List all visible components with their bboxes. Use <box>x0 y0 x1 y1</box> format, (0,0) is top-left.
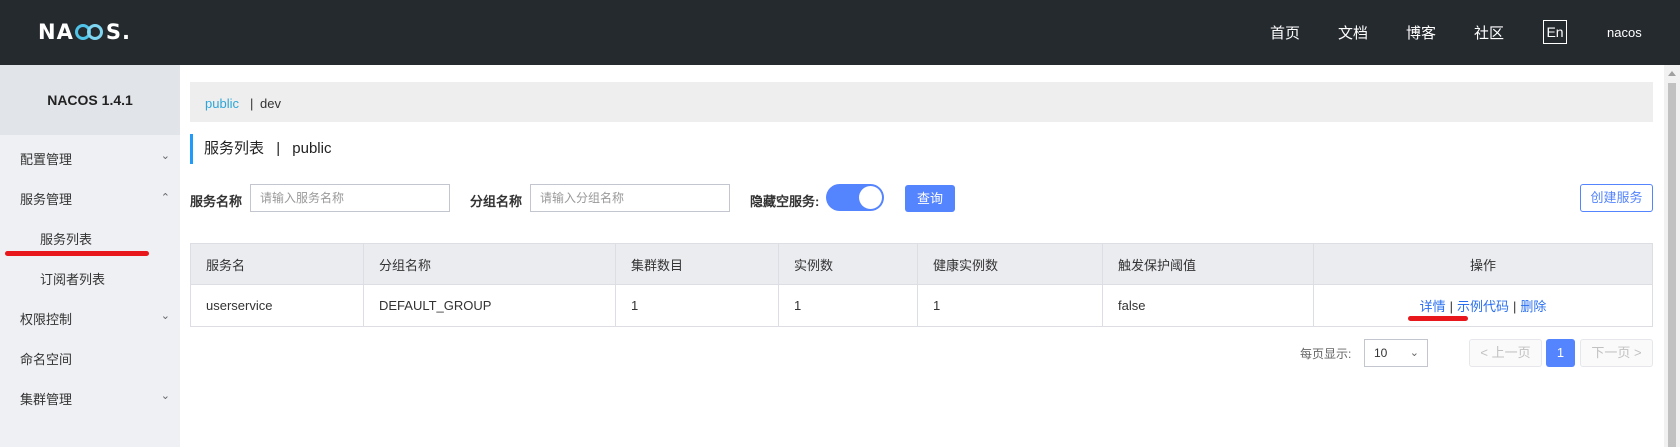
logo-text-left: NA <box>38 20 74 44</box>
namespace-public-link[interactable]: public <box>205 96 239 111</box>
prev-page-button[interactable]: < 上一页 <box>1469 339 1542 367</box>
logo-text-right: S. <box>105 20 131 44</box>
logo-rings-icon <box>74 24 105 40</box>
service-name-label: 服务名称 <box>190 194 243 209</box>
nav-community-link[interactable]: 社区 <box>1474 22 1504 43</box>
hide-empty-toggle[interactable] <box>826 184 884 211</box>
page-size-select[interactable]: 10 ⌄ <box>1364 339 1428 367</box>
service-table: 服务名 分组名称 集群数目 实例数 健康实例数 触发保护阈值 操作 userse… <box>190 243 1653 327</box>
query-button[interactable]: 查询 <box>905 185 955 212</box>
column-header-actions: 操作 <box>1313 243 1653 285</box>
cell-instance-count: 1 <box>778 284 918 327</box>
sidebar-item-label: 集群管理 <box>20 392 73 407</box>
cell-group-name: DEFAULT_GROUP <box>363 284 616 327</box>
column-header-cluster-count: 集群数目 <box>615 243 779 285</box>
sidebar-item-service-management[interactable]: 服务管理 ⌃ <box>20 189 170 208</box>
sidebar-item-label: 权限控制 <box>20 312 73 327</box>
sidebar-item-label: 配置管理 <box>20 152 73 167</box>
red-underline-annotation <box>5 251 149 256</box>
hide-empty-label: 隐藏空服务: <box>750 194 820 209</box>
cell-healthy-count: 1 <box>917 284 1103 327</box>
page-title-namespace: public <box>292 140 332 157</box>
page-size-label: 每页显示: <box>1300 347 1352 361</box>
nav-blog-link[interactable]: 博客 <box>1406 22 1436 43</box>
column-header-instance-count: 实例数 <box>778 243 918 285</box>
cell-service-name: userservice <box>190 284 364 327</box>
action-separator: | <box>1449 299 1453 314</box>
chevron-up-icon: ⌃ <box>160 192 170 204</box>
page-title: 服务列表 | public <box>190 134 331 164</box>
namespace-separator: | <box>250 96 254 111</box>
sidebar-item-namespace[interactable]: 命名空间 <box>20 349 170 368</box>
nacos-logo[interactable]: NA S. <box>38 18 131 46</box>
service-name-input[interactable]: 请输入服务名称 <box>250 184 450 212</box>
chevron-down-icon: ⌄ <box>160 390 170 402</box>
page-size-value: 10 <box>1374 346 1388 360</box>
language-switch-button[interactable]: En <box>1543 20 1567 44</box>
sidebar-item-label: 服务管理 <box>20 192 73 207</box>
cell-cluster-count: 1 <box>615 284 779 327</box>
next-page-button[interactable]: 下一页 > <box>1580 339 1653 367</box>
column-header-protect-threshold: 触发保护阈值 <box>1102 243 1314 285</box>
sidebar-item-service-list[interactable]: 服务列表 <box>40 229 92 248</box>
scrollbar-thumb[interactable] <box>1668 83 1676 447</box>
group-name-input[interactable]: 请输入分组名称 <box>530 184 730 212</box>
red-underline-annotation <box>1408 316 1468 321</box>
sample-code-link[interactable]: 示例代码 <box>1457 299 1509 314</box>
version-label: NACOS 1.4.1 <box>0 65 180 135</box>
page-title-separator: | <box>276 140 281 157</box>
nav-docs-link[interactable]: 文档 <box>1338 22 1368 43</box>
chevron-down-icon: ⌄ <box>1409 347 1419 359</box>
nav-home-link[interactable]: 首页 <box>1270 22 1300 43</box>
current-page-button[interactable]: 1 <box>1546 339 1575 367</box>
vertical-scrollbar[interactable] <box>1664 65 1680 447</box>
user-name[interactable]: nacos <box>1607 25 1642 40</box>
namespace-dev-link[interactable]: dev <box>260 96 281 111</box>
sidebar-item-config-management[interactable]: 配置管理 ⌄ <box>20 149 170 168</box>
top-navbar: NA S. 首页 文档 博客 社区 En nacos <box>0 0 1680 65</box>
action-separator: | <box>1513 299 1517 314</box>
sidebar-item-subscriber-list[interactable]: 订阅者列表 <box>40 269 105 288</box>
delete-link[interactable]: 删除 <box>1520 299 1546 314</box>
column-header-healthy-count: 健康实例数 <box>917 243 1103 285</box>
namespace-bar: public | dev <box>190 82 1653 122</box>
create-service-button[interactable]: 创建服务 <box>1580 184 1653 212</box>
scroll-up-arrow-icon[interactable] <box>1668 71 1676 76</box>
cell-protect-threshold: false <box>1102 284 1314 327</box>
toggle-knob <box>859 186 882 209</box>
sidebar-item-cluster-management[interactable]: 集群管理 ⌄ <box>20 389 170 408</box>
detail-link[interactable]: 详情 <box>1420 299 1446 314</box>
chevron-down-icon: ⌄ <box>160 310 170 322</box>
sidebar-item-access-control[interactable]: 权限控制 ⌄ <box>20 309 170 328</box>
cell-actions: 详情 | 示例代码 | 删除 <box>1313 284 1653 327</box>
column-header-group-name: 分组名称 <box>363 243 616 285</box>
column-header-service-name: 服务名 <box>190 243 364 285</box>
table-header-row: 服务名 分组名称 集群数目 实例数 健康实例数 触发保护阈值 操作 <box>190 243 1653 285</box>
page-title-text: 服务列表 <box>204 140 265 157</box>
group-name-label: 分组名称 <box>470 194 523 209</box>
chevron-down-icon: ⌄ <box>160 150 170 162</box>
